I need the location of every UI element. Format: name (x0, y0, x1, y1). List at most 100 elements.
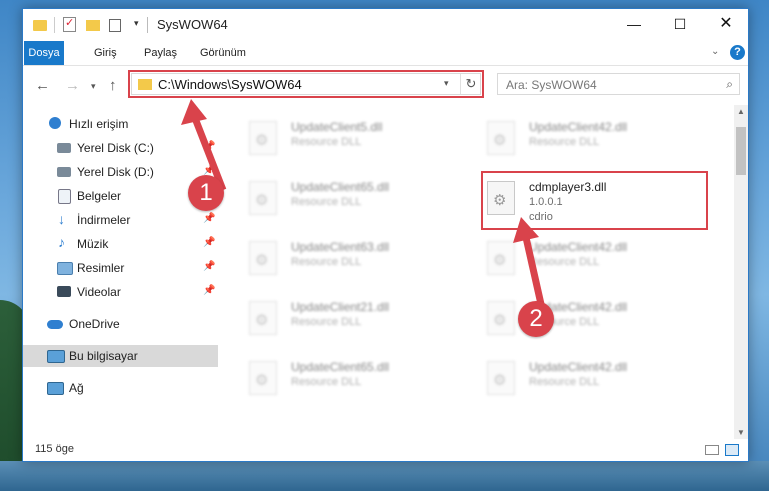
forward-button[interactable]: → (65, 77, 80, 94)
sidebar-item-this-pc[interactable]: Bu bilgisayar (23, 345, 218, 367)
desktop-taskbar-area (0, 461, 769, 491)
pin-icon[interactable]: 📌 (203, 261, 215, 272)
dll-file-icon (249, 361, 277, 395)
download-icon: ↓ (58, 211, 65, 227)
cloud-icon (47, 320, 63, 329)
sidebar-item-label: Ağ (69, 381, 84, 395)
sidebar-item-label: Müzik (77, 237, 109, 251)
list-item[interactable]: UpdateClient42.dll Resource DLL (481, 117, 701, 167)
file-description: Resource DLL (291, 196, 362, 208)
step-1-badge: 1 (188, 175, 224, 211)
sidebar-item-label: Belgeler (77, 189, 122, 203)
divider (54, 17, 55, 33)
new-folder-icon[interactable] (86, 20, 100, 31)
tab-file[interactable]: Dosya (24, 41, 64, 65)
maximize-button[interactable]: ☐ (657, 9, 703, 39)
search-icon: ⌕ (726, 77, 733, 91)
window-title: SysWOW64 (157, 17, 228, 32)
sidebar-item-videos[interactable]: Videolar 📌 (23, 281, 218, 303)
videos-icon (57, 286, 71, 297)
file-name: UpdateClient21.dll (291, 300, 390, 314)
expand-ribbon-icon[interactable]: ⌄ (711, 46, 719, 57)
dll-file-icon (249, 301, 277, 335)
tab-share[interactable]: Paylaş (135, 41, 186, 65)
file-description: Resource DLL (291, 256, 362, 268)
file-explorer-window: ▾ SysWOW64 — ☐ ✕ Dosya Giriş Paylaş Görü… (22, 8, 749, 462)
file-name: UpdateClient65.dll (291, 180, 390, 194)
status-bar: 115 öge (23, 439, 748, 461)
pin-icon[interactable]: 📌 (203, 213, 215, 224)
address-highlight-box (128, 70, 484, 98)
divider (147, 17, 148, 33)
file-name: UpdateClient5.dll (291, 120, 383, 134)
properties-check-icon[interactable] (63, 16, 76, 32)
documents-icon (58, 189, 71, 204)
folder-icon (33, 20, 47, 31)
music-icon: ♪ (58, 234, 65, 250)
quick-access-dropdown-icon[interactable]: ▾ (134, 18, 139, 34)
file-description: Resource DLL (529, 376, 600, 388)
dll-file-icon (487, 361, 515, 395)
file-description: Resource DLL (291, 316, 362, 328)
list-item[interactable]: UpdateClient65.dll Resource DLL (243, 357, 463, 407)
step-2-badge: 2 (518, 301, 554, 337)
sidebar-item-onedrive[interactable]: OneDrive (23, 313, 218, 335)
up-button[interactable]: ↑ (109, 77, 117, 94)
minimize-button[interactable]: — (611, 9, 657, 39)
dll-file-icon (249, 241, 277, 275)
sidebar-item-label: Resimler (77, 261, 125, 275)
sidebar-item-label: Yerel Disk (D:) (77, 165, 154, 179)
star-icon (49, 117, 61, 129)
dll-file-icon (249, 181, 277, 215)
sidebar-item-network[interactable]: Ağ (23, 377, 218, 399)
tab-home[interactable]: Giriş (85, 41, 126, 65)
search-input[interactable]: Ara: SysWOW64 ⌕ (497, 73, 740, 95)
drive-icon (57, 143, 71, 153)
list-item[interactable]: UpdateClient21.dll Resource DLL (243, 297, 463, 347)
list-item[interactable]: UpdateClient63.dll Resource DLL (243, 237, 463, 287)
file-description: Resource DLL (529, 136, 600, 148)
close-button[interactable]: ✕ (703, 9, 749, 39)
scroll-up-icon[interactable]: ▲ (737, 107, 745, 116)
sidebar-item-pictures[interactable]: Resimler 📌 (23, 257, 218, 279)
scrollbar-thumb[interactable] (736, 127, 746, 175)
tab-view[interactable]: Görünüm (191, 41, 255, 65)
computer-icon (47, 350, 65, 363)
file-name: UpdateClient42.dll (529, 360, 628, 374)
recent-locations-icon[interactable]: ▾ (91, 81, 96, 92)
sidebar-item-music[interactable]: ♪ Müzik 📌 (23, 233, 218, 255)
sidebar-item-downloads[interactable]: ↓ İndirmeler 📌 (23, 209, 218, 231)
pin-icon[interactable]: 📌 (203, 237, 215, 248)
sidebar-item-label: Yerel Disk (C:) (77, 141, 154, 155)
customize-toolbar-icon[interactable] (109, 19, 121, 32)
back-button[interactable]: ← (35, 77, 50, 94)
sidebar-item-label: Bu bilgisayar (69, 349, 138, 363)
pin-icon[interactable]: 📌 (203, 285, 215, 296)
dll-file-icon (249, 121, 277, 155)
dll-file-icon (487, 121, 515, 155)
pictures-icon (57, 262, 73, 275)
scroll-down-icon[interactable]: ▼ (737, 428, 745, 437)
list-item[interactable]: UpdateClient42.dll Resource DLL (481, 357, 701, 407)
search-placeholder: Ara: SysWOW64 (506, 78, 597, 92)
sidebar-item-label: Hızlı erişim (69, 117, 129, 131)
sidebar-item-label: OneDrive (69, 317, 120, 331)
vertical-scrollbar[interactable]: ▲ ▼ (734, 105, 748, 439)
network-icon (47, 382, 64, 395)
file-name: UpdateClient65.dll (291, 360, 390, 374)
file-description: Resource DLL (291, 136, 362, 148)
details-view-icon[interactable] (705, 445, 719, 455)
large-icons-view-icon[interactable] (725, 444, 739, 456)
list-item[interactable]: UpdateClient5.dll Resource DLL (243, 117, 463, 167)
file-list: UpdateClient5.dll Resource DLL UpdateCli… (219, 105, 733, 435)
list-item[interactable]: UpdateClient65.dll Resource DLL (243, 177, 463, 227)
file-name: UpdateClient63.dll (291, 240, 390, 254)
item-count: 115 öge (35, 443, 74, 455)
navigation-bar: ← → ▾ ↑ C:\Windows\SysWOW64 ▾ ↻ Ara: Sys… (23, 69, 748, 101)
file-description: Resource DLL (291, 376, 362, 388)
sidebar-item-label: İndirmeler (77, 213, 131, 227)
ribbon-tabs: Dosya Giriş Paylaş Görünüm ⌄ ? (23, 41, 748, 66)
file-name: UpdateClient42.dll (529, 120, 628, 134)
help-icon[interactable]: ? (730, 45, 745, 60)
sidebar-item-label: Videolar (77, 285, 121, 299)
